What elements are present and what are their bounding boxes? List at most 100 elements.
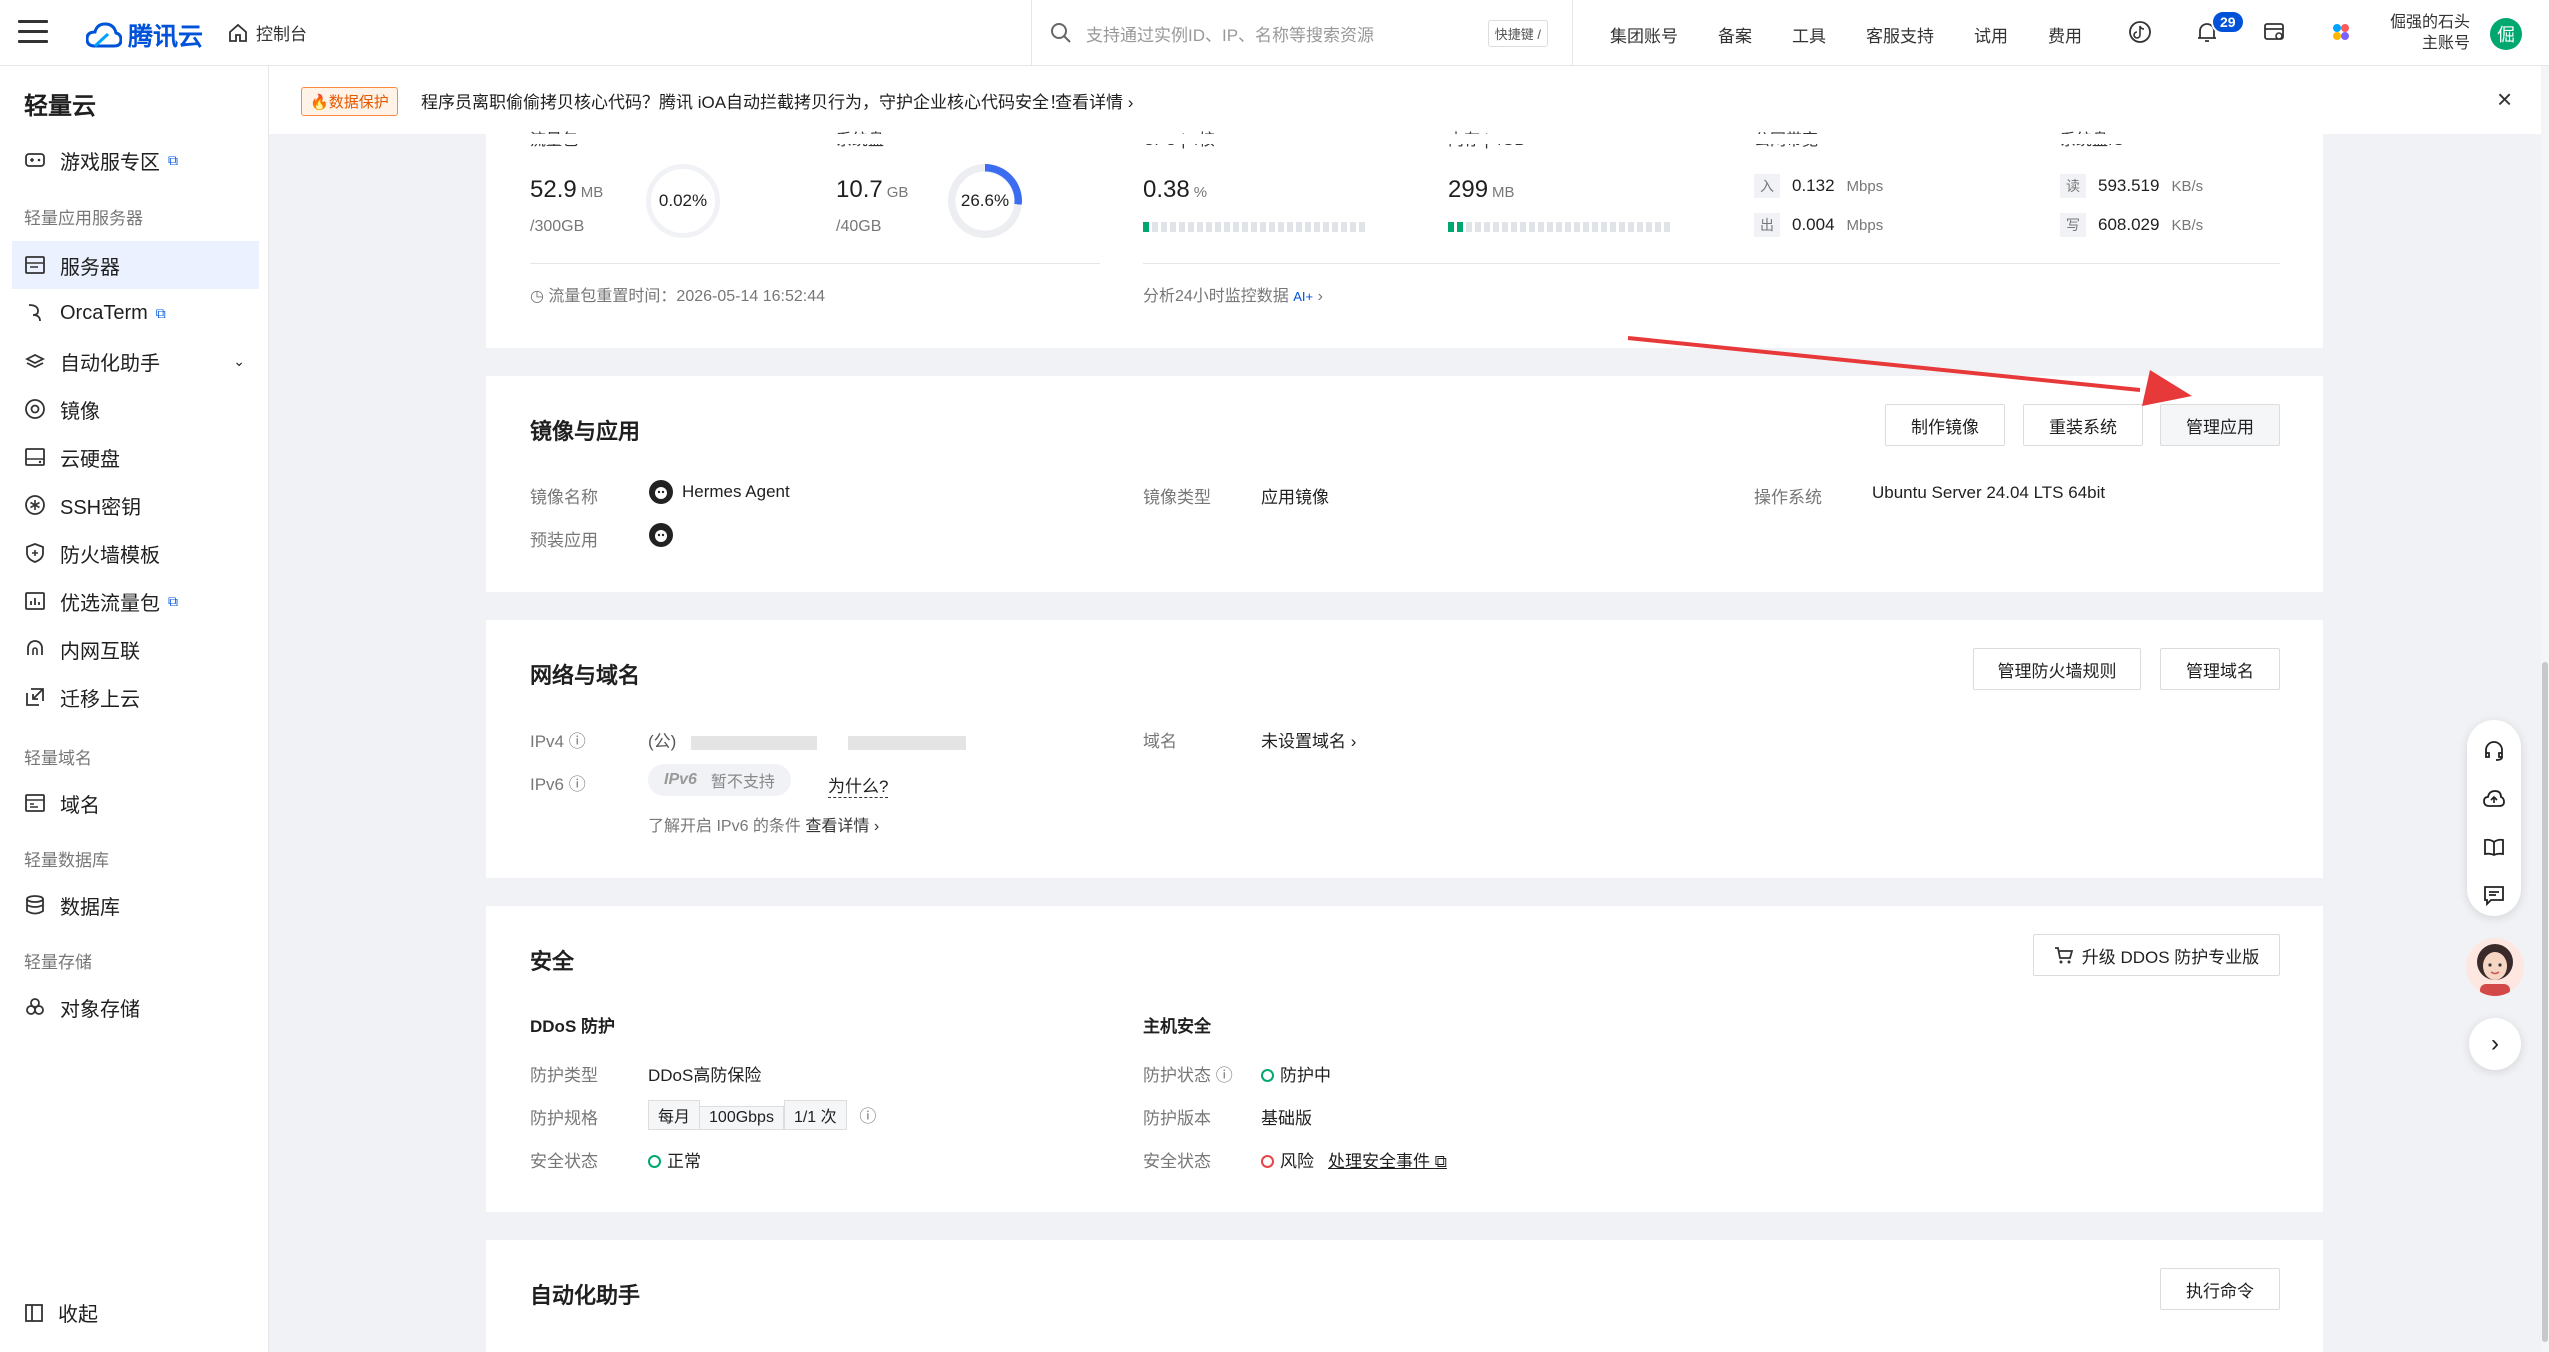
bar-segment [1556, 222, 1562, 232]
nav-group-account[interactable]: 集团账号 [1610, 22, 1678, 47]
headset-icon[interactable] [2483, 740, 2505, 762]
reinstall-system-button[interactable]: 重装系统 [2023, 404, 2143, 446]
bar-segment [1278, 222, 1284, 232]
ai-badge: AI+ [1293, 289, 1314, 304]
sidebar-item-label: SSH密钥 [60, 496, 142, 519]
sidebar-item-object-storage[interactable]: 对象存储 [12, 983, 259, 1031]
io-read-label: 读 [2060, 174, 2086, 198]
preinstalled-app-icon[interactable] [648, 522, 674, 548]
sidebar-item-images[interactable]: 镜像 [12, 385, 259, 433]
search-placeholder: 支持通过实例ID、IP、名称等搜索资源 [1086, 25, 1375, 45]
migrate-icon [26, 688, 44, 706]
cpu-unit: % [1193, 184, 1208, 201]
ipv4-public-redacted [691, 735, 818, 750]
sidebar-item-automation[interactable]: 自动化助手 ⌄ [12, 337, 259, 385]
info-icon[interactable]: ⓘ [859, 1107, 876, 1126]
database-icon [26, 895, 44, 915]
nav-billing[interactable]: 费用 [2048, 22, 2082, 47]
bar-segment [1547, 222, 1553, 232]
manage-domain-button[interactable]: 管理域名 [2160, 648, 2280, 690]
chevron-right-icon[interactable]: › [2469, 1018, 2521, 1070]
terminal-icon [28, 304, 41, 322]
sidebar-group-storage: 轻量存储 [24, 953, 92, 972]
image-name-label: 镜像名称 [530, 488, 598, 507]
sidebar-item-cloud-disk[interactable]: 云硬盘 [12, 433, 259, 481]
home-icon [229, 23, 247, 42]
bar-segment [1206, 222, 1212, 232]
info-icon[interactable]: ⓘ [569, 775, 586, 794]
make-image-button[interactable]: 制作镜像 [1885, 404, 2005, 446]
notice-tag: 🔥数据保护 [301, 87, 398, 116]
brand-name: 腾讯云 [128, 23, 204, 51]
info-icon[interactable]: ⓘ [569, 732, 586, 751]
apps-icon[interactable] [2329, 20, 2353, 44]
io-write-label: 写 [2060, 213, 2086, 237]
ipv6-learn: 了解开启 IPv6 的条件 查看详情 › [648, 812, 879, 836]
execute-command-button[interactable]: 执行命令 [2160, 1268, 2280, 1310]
notice-more-link[interactable]: 查看详情 › [1055, 88, 1133, 113]
cloud-upload-icon[interactable] [2483, 788, 2505, 810]
handle-security-event-link[interactable]: 处理安全事件 ⧉ [1328, 1147, 1447, 1172]
spec-chip: 100Gbps [700, 1106, 784, 1130]
tiktok-icon[interactable] [2128, 20, 2152, 44]
feedback-icon[interactable] [2483, 884, 2505, 906]
manage-apps-button[interactable]: 管理应用 [2160, 404, 2280, 446]
sidebar-item-label: 云硬盘 [60, 448, 120, 471]
chevron-right-icon: › [1350, 732, 1357, 751]
sidebar-item-intranet[interactable]: 内网互联 [12, 625, 259, 673]
domain-value-link[interactable]: 未设置域名 › [1261, 727, 1356, 752]
hermes-logo-icon [649, 480, 673, 504]
bar-segment [1188, 222, 1194, 232]
cloud-logo-icon [86, 22, 122, 48]
spec-chip: 1/1 次 [783, 1100, 847, 1130]
order-icon[interactable] [2262, 20, 2286, 44]
search-box[interactable]: 支持通过实例ID、IP、名称等搜索资源 快捷键 / [1031, 0, 1573, 66]
disk-pct: 26.6% [960, 191, 1010, 210]
host-version-value: 基础版 [1261, 1109, 1312, 1128]
nav-trial[interactable]: 试用 [1974, 22, 2008, 47]
traffic-ring: 0.02% [646, 164, 720, 238]
disc-icon [25, 399, 45, 419]
ipv4-value[interactable]: (公) [648, 727, 966, 752]
security-card: 安全 升级 DDOS 防护专业版 DDoS 防护 防护类型 DDoS高防保险 防… [486, 906, 2323, 1212]
sidebar-collapse[interactable]: 收起 [24, 1298, 98, 1327]
sidebar-item-game-server[interactable]: 游戏服专区 ⧉ [12, 136, 259, 184]
sidebar-item-label: 游戏服专区 [60, 151, 160, 174]
status-ok-icon [1261, 1069, 1274, 1082]
brand-logo[interactable]: 腾讯云 [86, 17, 203, 53]
ipv6-badge: IPv6 [664, 771, 697, 788]
avatar[interactable]: 倔 [2490, 18, 2522, 50]
close-icon[interactable]: × [2497, 84, 2512, 115]
upgrade-ddos-button[interactable]: 升级 DDOS 防护专业版 [2033, 934, 2280, 976]
bar-segment [1179, 222, 1185, 232]
bar-segment [1305, 222, 1311, 232]
sidebar-item-traffic-packages[interactable]: 优选流量包 ⧉ [12, 577, 259, 625]
nav-support[interactable]: 客服支持 [1866, 22, 1934, 47]
sidebar-item-database[interactable]: 数据库 [12, 881, 259, 929]
info-icon[interactable]: ⓘ [1216, 1066, 1233, 1085]
sidebar-item-firewall-templates[interactable]: 防火墙模板 [12, 529, 259, 577]
user-role: 主账号 [2422, 35, 2471, 52]
scrollbar-thumb[interactable] [2542, 662, 2548, 1342]
nav-tools[interactable]: 工具 [1792, 22, 1826, 47]
bar-segment [1251, 222, 1257, 232]
console-link[interactable]: 控制台 [228, 20, 307, 45]
manage-firewall-button[interactable]: 管理防火墙规则 [1973, 648, 2141, 690]
book-icon[interactable] [2483, 836, 2505, 858]
sidebar-item-domain[interactable]: 域名 [12, 779, 259, 827]
sidebar-item-ssh-keys[interactable]: SSH密钥 [12, 481, 259, 529]
nav-filing[interactable]: 备案 [1718, 22, 1752, 47]
ipv6-learn-more-link[interactable]: 查看详情 › [805, 818, 879, 835]
sidebar-item-servers[interactable]: 服务器 [12, 241, 259, 289]
sidebar-item-migration[interactable]: 迁移上云 [12, 673, 259, 721]
console-label: 控制台 [256, 25, 307, 44]
image-type: 应用镜像 [1261, 488, 1329, 507]
monitor-card: 流量包 系统盘 CPU | 4核 内存 | 4GB 公网带宽 系统盘IO 52.… [486, 132, 2323, 348]
user-info[interactable]: 倔强的石头 主账号 [2390, 12, 2470, 54]
analyze-monitor-link[interactable]: 分析24小时监控数据 AI+ › [1143, 282, 1323, 306]
menu-icon[interactable] [18, 20, 48, 46]
assistant-avatar[interactable] [2466, 938, 2524, 996]
sidebar-item-orcaterm[interactable]: OrcaTerm ⧉ [12, 289, 259, 337]
page-scrollbar[interactable] [2541, 66, 2549, 1352]
why-link[interactable]: 为什么? [828, 772, 889, 798]
